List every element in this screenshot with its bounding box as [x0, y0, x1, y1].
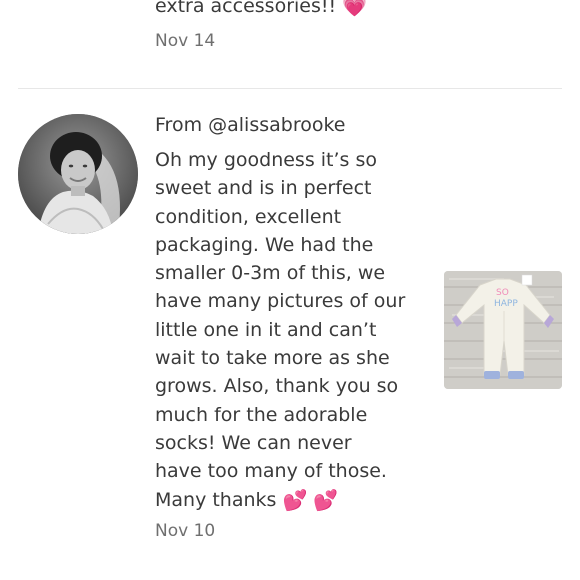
review-photo-thumbnail[interactable]: SO HAPP — [444, 271, 562, 389]
review-line: wait to take more as she — [155, 347, 390, 370]
review-line: have too many of those. — [155, 460, 387, 483]
review-line: packaging. We had the — [155, 233, 374, 256]
svg-text:HAPP: HAPP — [494, 299, 518, 309]
svg-text:SO: SO — [496, 288, 509, 298]
review-line: Many thanks — [155, 488, 277, 511]
two-hearts-emoji-icon: 💕 — [282, 487, 308, 512]
divider — [18, 88, 562, 89]
review-line: condition, excellent — [155, 205, 342, 228]
review-line-last: Many thanks 💕 💕 — [155, 486, 425, 514]
review-line: much for the adorable — [155, 403, 368, 426]
review-text: Oh my goodness it’s so sweet and is in p… — [155, 146, 425, 514]
previous-review-text: extra accessories!! 💗 — [155, 0, 455, 20]
previous-review-date: Nov 14 — [155, 31, 216, 51]
review-line: little one in it and can’t — [155, 318, 377, 341]
review-line: grows. Also, thank you so — [155, 375, 399, 398]
avatar-photo-icon — [18, 114, 138, 234]
two-hearts-emoji-icon: 💕 — [313, 487, 339, 512]
review-date: Nov 10 — [155, 521, 216, 541]
heart-emoji-icon: 💗 — [342, 0, 368, 18]
previous-review-line: extra accessories!! — [155, 0, 337, 17]
review-line: socks! We can never — [155, 431, 352, 454]
review-line: Oh my goodness it’s so — [155, 149, 377, 171]
review-author[interactable]: From @alissabrooke — [155, 114, 345, 136]
reviewer-avatar[interactable] — [18, 114, 138, 234]
review-line: smaller 0-3m of this, we — [155, 262, 386, 285]
baby-sleeper-photo-icon: SO HAPP — [444, 271, 562, 389]
review-line: sweet and is in perfect — [155, 177, 372, 200]
review-line: have many pictures of our — [155, 290, 406, 313]
